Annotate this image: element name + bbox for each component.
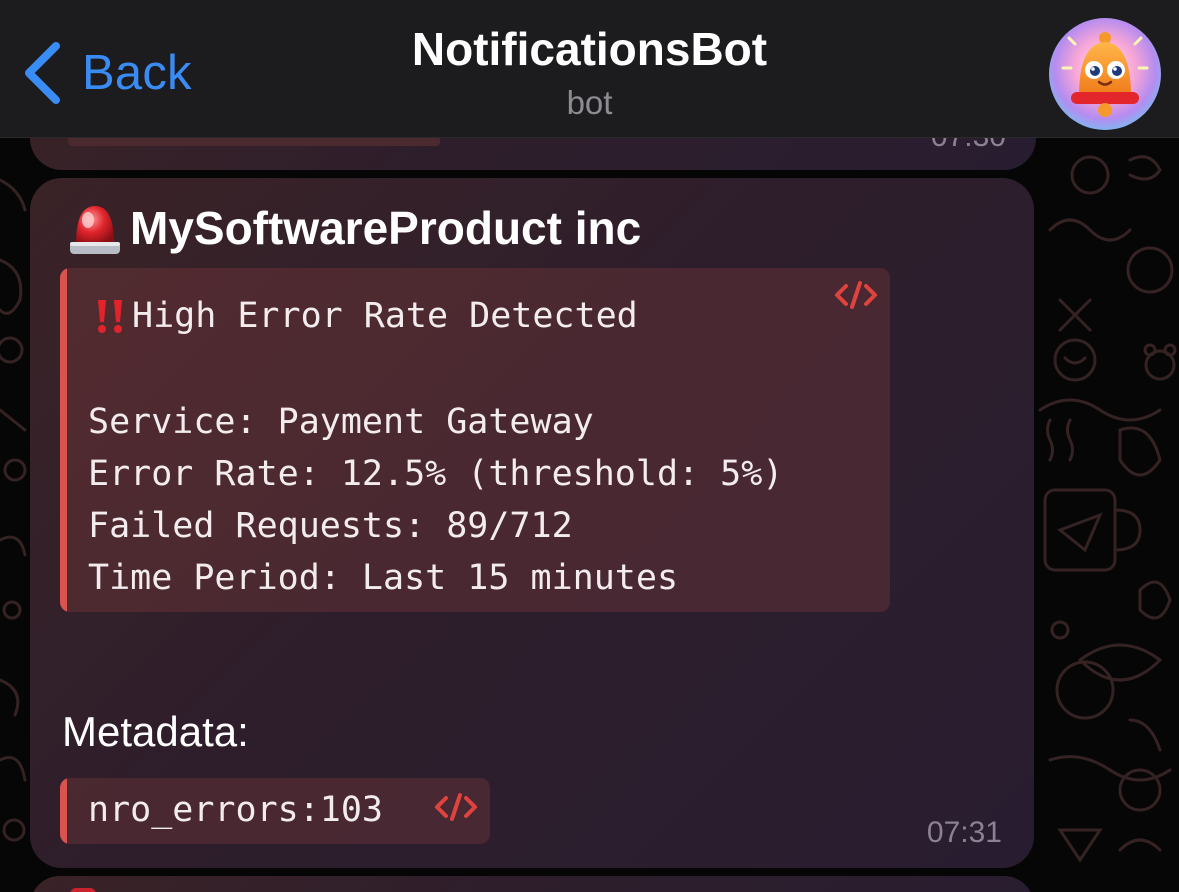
next-message-bubble[interactable] bbox=[30, 876, 1034, 892]
alert-line-service: Service: Payment Gateway bbox=[88, 402, 594, 442]
chat-title[interactable]: NotificationsBot bbox=[0, 22, 1179, 76]
chat-header: Back NotificationsBot bot bbox=[0, 0, 1179, 138]
code-copy-icon[interactable] bbox=[834, 280, 878, 310]
metadata-value: nro_errors:103 bbox=[88, 790, 384, 830]
alert-line-error-rate: Error Rate: 12.5% (threshold: 5%) bbox=[88, 454, 784, 494]
alert-headline: High Error Rate Detected bbox=[90, 296, 638, 336]
message-bubble[interactable]: MySoftwareProduct inc High Error Rate De… bbox=[30, 178, 1034, 868]
alert-line-time-period: Time Period: Last 15 minutes bbox=[88, 558, 679, 598]
alert-title: High Error Rate Detected bbox=[132, 296, 638, 336]
sender-line: MySoftwareProduct inc bbox=[66, 198, 641, 258]
metadata-label: Metadata: bbox=[62, 708, 249, 755]
siren-icon bbox=[70, 206, 120, 254]
code-block-accent bbox=[60, 268, 67, 612]
bell-avatar-icon[interactable] bbox=[1049, 18, 1161, 130]
metadata-code-block[interactable]: nro_errors:103 bbox=[60, 778, 490, 844]
chat-subtitle: bot bbox=[566, 84, 613, 121]
chat-screen: Back NotificationsBot bot MySoftwareProd… bbox=[0, 0, 1179, 892]
code-block-accent bbox=[60, 778, 67, 844]
siren-icon bbox=[70, 888, 96, 892]
alert-line-failed-requests: Failed Requests: 89/712 bbox=[88, 506, 573, 546]
message-time: 07:31 bbox=[926, 816, 1002, 849]
code-copy-icon[interactable] bbox=[434, 792, 478, 822]
double-exclamation-icon bbox=[98, 300, 122, 333]
sender-name: MySoftwareProduct inc bbox=[130, 202, 642, 254]
alert-code-block[interactable]: High Error Rate Detected Service: Paymen… bbox=[60, 268, 890, 612]
